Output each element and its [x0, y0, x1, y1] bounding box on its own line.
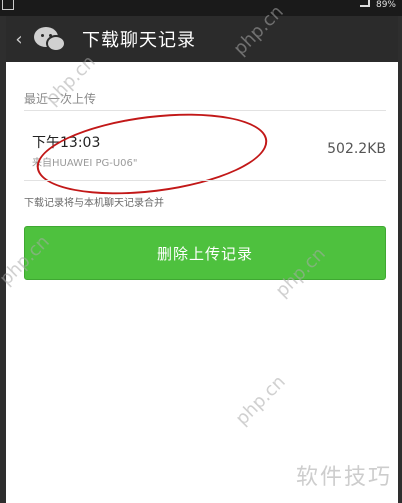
notification-icon — [2, 0, 14, 10]
app-screen: 89% ‹ 下载聊天记录 最近一次上传 下午13:03 来自HUAWEI PG-… — [0, 0, 402, 503]
signal-icon — [359, 0, 370, 7]
wechat-eye — [41, 34, 44, 37]
record-size: 502.2KB — [327, 141, 386, 157]
back-button[interactable]: ‹ — [10, 16, 28, 62]
status-bar: 89% — [0, 0, 402, 16]
wechat-bubble-small — [46, 35, 66, 52]
divider — [24, 110, 386, 111]
status-indicators: 89% — [359, 0, 396, 10]
battery-text: 89% — [375, 0, 396, 10]
action-bar: ‹ 下载聊天记录 — [6, 16, 398, 62]
delete-upload-record-button[interactable]: 删除上传记录 — [24, 226, 386, 280]
page-title: 下载聊天记录 — [82, 30, 196, 51]
merge-note: 下载记录将与本机聊天记录合并 — [24, 198, 164, 209]
brand-watermark: 软件技巧 — [295, 465, 392, 490]
wechat-logo-icon[interactable] — [30, 22, 70, 56]
divider — [24, 180, 386, 181]
content-card: 最近一次上传 下午13:03 来自HUAWEI PG-U06" 502.2KB … — [6, 62, 398, 503]
right-edge — [398, 16, 402, 503]
